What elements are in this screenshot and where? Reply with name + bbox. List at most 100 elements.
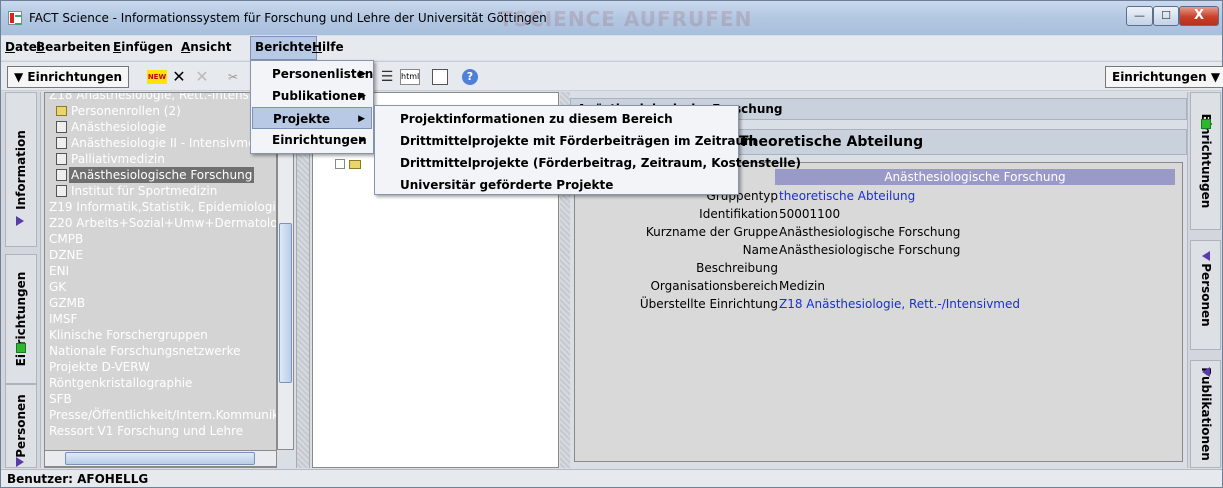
scroll-thumb[interactable]: [65, 452, 255, 465]
tab-personen-label: Personen: [14, 394, 28, 458]
green-square-icon: [16, 343, 26, 353]
folder-icon: [56, 106, 67, 116]
tree-item[interactable]: Ressort V1 Forschung und Lehre: [45, 423, 276, 439]
tree-item[interactable]: DZNE: [45, 247, 276, 263]
tab-personen-right[interactable]: Personen: [1190, 240, 1221, 350]
tree-item[interactable]: GZMB: [45, 295, 276, 311]
tab-publikationen-right-label: Publikationen: [1198, 367, 1213, 461]
tree-item[interactable]: Nationale Forschungsnetzwerke: [45, 343, 276, 359]
detail-row: Überstellte Einrichtung Z18 Anästhesiolog…: [575, 295, 1184, 313]
tree-item-label: Nationale Forschungsnetzwerke: [49, 344, 241, 358]
menu-hilfe[interactable]: Hilfe: [312, 40, 344, 54]
tree-item[interactable]: Klinische Forschergruppen: [45, 327, 276, 343]
einrichtungen-right-select[interactable]: Einrichtungen ▼: [1105, 66, 1223, 88]
einrichtungen-tree[interactable]: Z18 Anästhesiologie, Rett.-Intensiv Perso…: [44, 92, 277, 468]
tree-item[interactable]: Anästhesiologische Forschung: [45, 167, 276, 183]
projekte-submenu-item[interactable]: Drittmittelprojekte (Förderbeitrag, Zeit…: [376, 152, 801, 174]
app-icon: [8, 11, 22, 25]
detail-value: Medizin: [779, 279, 825, 293]
tree-item-label: DZNE: [49, 248, 84, 262]
cut-icon[interactable]: ✕: [169, 67, 189, 87]
menu-item-personenlisten[interactable]: Personenlisten ▶: [252, 63, 373, 85]
expand-icon[interactable]: [335, 159, 345, 169]
menu-berichte[interactable]: Berichte: [250, 36, 317, 60]
html-icon[interactable]: html: [400, 69, 420, 85]
scroll-thumb[interactable]: [279, 223, 292, 383]
menu-item-label: Einrichtungen: [272, 133, 367, 147]
delete-icon[interactable]: ✕: [192, 67, 212, 87]
tab-personen[interactable]: Personen: [5, 384, 37, 468]
tree-item[interactable]: Personenrollen (2): [45, 103, 276, 119]
tree-item[interactable]: Projekte D-VERW: [45, 359, 276, 375]
tree-item-label: Ressort V1 Forschung und Lehre: [49, 424, 244, 438]
tree-item[interactable]: Z19 Informatik,Statistik, Epidemiologie: [45, 199, 276, 215]
menu-item-publikationen[interactable]: Publikationen ▶: [252, 85, 372, 107]
list-icon[interactable]: ☰: [377, 67, 397, 87]
tree-item-label: Palliativmedizin: [71, 152, 165, 166]
table-icon[interactable]: [432, 69, 448, 85]
document-icon: [56, 153, 67, 165]
tree-item-label: Personenrollen (2): [71, 104, 181, 118]
folder-icon: [349, 160, 361, 169]
tree-item[interactable]: IMSF: [45, 311, 276, 327]
tree-item[interactable]: Röntgenkristallographie: [45, 375, 276, 391]
tree-item[interactable]: Anästhesiologie II - Intensivmed: [45, 135, 276, 151]
menu-item-einrichtungen[interactable]: Einrichtungen ▶: [252, 129, 372, 151]
minimize-button[interactable]: —: [1126, 6, 1153, 26]
right-tab-strip: Einrichtungen Personen Publikationen: [1187, 92, 1222, 468]
detail-link[interactable]: theoretische Abteilung: [779, 187, 915, 205]
tree-item[interactable]: SFB: [45, 391, 276, 407]
tree-item-label: GK: [49, 280, 67, 294]
new-icon[interactable]: NEW: [147, 70, 167, 84]
einrichtungen-left-select[interactable]: ▼ Einrichtungen: [7, 66, 130, 88]
tree-item[interactable]: Presse/Öffentlichkeit/Intern.Kommunikat.: [45, 407, 277, 423]
tree-item[interactable]: Palliativmedizin: [45, 151, 276, 167]
tree-item-label: Z18 Anästhesiologie, Rett.-Intensiv: [49, 92, 260, 102]
detail-value: Anästhesiologische Forschung: [779, 225, 961, 239]
detail-header-cell: Anästhesiologische Forschung: [775, 169, 1175, 185]
menu-item-projekte[interactable]: Projekte ▶: [252, 107, 372, 129]
tree-item[interactable]: Institut für Sportmedizin: [45, 183, 276, 199]
tree-item[interactable]: Z20 Arbeits+Sozial+Umw+Dermatolog: [45, 215, 276, 231]
arrow-right-icon: [16, 216, 24, 226]
tree-item[interactable]: GK: [45, 279, 276, 295]
maximize-button[interactable]: ☐: [1153, 6, 1179, 26]
menu-bearbeiten[interactable]: Bearbeiten: [36, 40, 111, 54]
tab-einrichtungen[interactable]: Einrichtungen: [5, 254, 37, 384]
menu-einfuegen[interactable]: Einfügen: [113, 40, 173, 54]
title-bar: FACT Science - Informationssystem für Fo…: [1, 1, 1222, 35]
detail-key: Beschreibung: [696, 261, 778, 275]
tab-information[interactable]: Information: [5, 92, 37, 247]
document-icon: [56, 137, 67, 149]
tree-item-label: Anästhesiologie II - Intensivmed: [71, 136, 264, 150]
tree-item[interactable]: ENI: [45, 263, 276, 279]
projekte-submenu-item[interactable]: Universitär geförderte Projekte: [376, 174, 613, 196]
tab-einrichtungen-right[interactable]: Einrichtungen: [1190, 92, 1221, 230]
help-icon[interactable]: ?: [462, 69, 478, 85]
detail-value: 50001100: [779, 207, 841, 221]
close-button[interactable]: X: [1179, 6, 1219, 26]
tree-horizontal-scrollbar[interactable]: [44, 450, 277, 467]
tree-item[interactable]: Z18 Anästhesiologie, Rett.-Intensiv: [45, 92, 276, 103]
detail-link[interactable]: Z18 Anästhesiologie, Rett.-/Intensivmed: [779, 295, 1020, 313]
tab-publikationen-right[interactable]: Publikationen: [1190, 360, 1221, 468]
window-title: FACT Science - Informationssystem für Fo…: [29, 11, 547, 25]
menu-item-label: Publikationen: [272, 89, 366, 103]
detail-key: Überstellte Einrichtung: [639, 297, 778, 311]
projekte-submenu-item[interactable]: Projektinformationen zu diesem Bereich: [376, 108, 673, 130]
green-square-icon: [1201, 119, 1211, 129]
scissors-icon[interactable]: ✂: [223, 67, 243, 87]
tree-item-label: IMSF: [49, 312, 78, 326]
tree-item[interactable]: Anästhesiologie: [45, 119, 276, 135]
tree-item[interactable]: CMPB: [45, 231, 276, 247]
tree-item-label: Presse/Öffentlichkeit/Intern.Kommunikat.: [49, 408, 277, 422]
detail-key: Kurzname der Gruppe: [645, 225, 778, 239]
projekte-submenu-item[interactable]: Drittmittelprojekte mit Förderbeiträgen …: [376, 130, 756, 152]
submenu-arrow-icon: ▶: [358, 114, 365, 124]
toolbar: ▼ Einrichtungen NEW ✕ ✕ ✂ ☰ html ? Einri…: [1, 61, 1223, 91]
tree-item-label: CMPB: [49, 232, 84, 246]
ghost-title-text: TSCIENCE AUFRUFEN: [499, 7, 753, 31]
menu-ansicht[interactable]: Ansicht: [181, 40, 232, 54]
detail-row: Identifikation 50001100: [575, 205, 1184, 223]
tree-item-label: Röntgenkristallographie: [49, 376, 193, 390]
